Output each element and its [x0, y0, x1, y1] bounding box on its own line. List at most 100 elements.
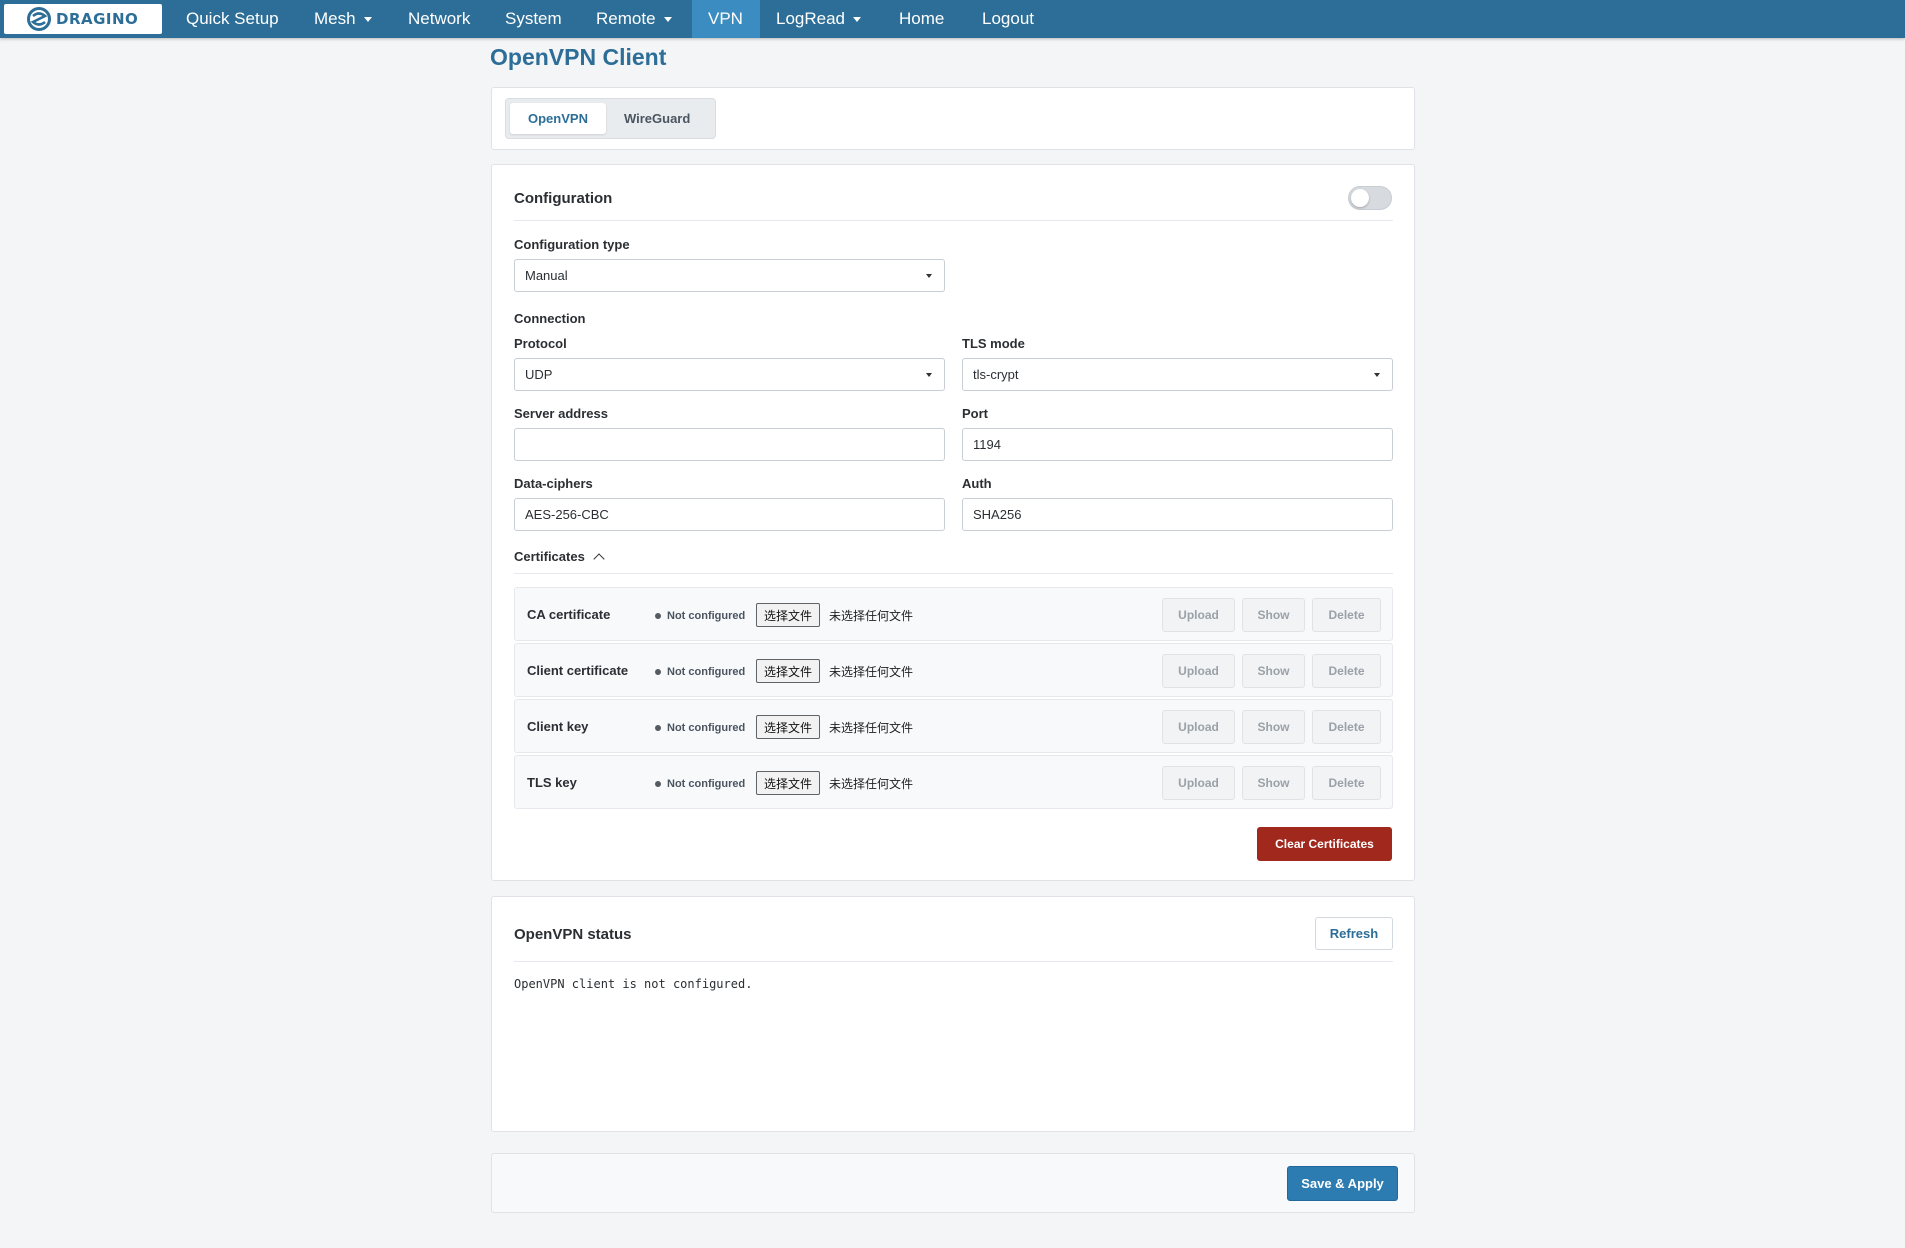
vpn-tabs: OpenVPN WireGuard — [505, 98, 716, 139]
caret-down-icon — [663, 16, 672, 22]
select-value: UDP — [525, 367, 553, 382]
footer-actions: Save & Apply — [491, 1153, 1415, 1213]
caret-down-icon — [926, 373, 932, 377]
connection-label: Connection — [514, 311, 586, 326]
status-title: OpenVPN status — [514, 926, 632, 943]
nav-network[interactable]: Network — [392, 0, 486, 38]
upload-button[interactable]: Upload — [1162, 710, 1235, 744]
nav-label: System — [505, 9, 562, 28]
status-dot-icon — [655, 669, 661, 675]
nav-mesh[interactable]: Mesh — [298, 0, 388, 38]
clear-certificates-button[interactable]: Clear Certificates — [1257, 827, 1392, 861]
cert-status: Not configured — [655, 778, 745, 790]
server-address-label: Server address — [514, 406, 608, 421]
port-input[interactable]: 1194 — [962, 428, 1393, 461]
save-apply-button[interactable]: Save & Apply — [1287, 1166, 1398, 1201]
caret-down-icon — [1374, 373, 1380, 377]
no-file-text: 未选择任何文件 — [829, 721, 914, 735]
toggle-knob — [1351, 189, 1369, 207]
nav-label: Remote — [596, 9, 656, 28]
choose-file-button[interactable]: 选择文件 — [756, 715, 821, 739]
tls-mode-select[interactable]: tls-crypt — [962, 358, 1393, 391]
delete-button[interactable]: Delete — [1312, 654, 1381, 688]
cert-status: Not configured — [655, 666, 745, 678]
delete-button[interactable]: Delete — [1312, 598, 1381, 632]
nav-label: Home — [899, 9, 945, 28]
enable-toggle[interactable] — [1348, 186, 1392, 210]
page-title: OpenVPN Client — [490, 44, 667, 70]
choose-file-button[interactable]: 选择文件 — [756, 659, 821, 683]
nav-label: Logout — [982, 9, 1034, 28]
configuration-card: Configuration Configuration type Manual … — [491, 164, 1415, 881]
dragino-logo-icon — [27, 7, 51, 31]
nav-system[interactable]: System — [489, 0, 578, 38]
brand-logo[interactable]: DRAGINO — [4, 4, 162, 34]
protocol-label: Protocol — [514, 336, 567, 351]
auth-input[interactable]: SHA256 — [962, 498, 1393, 531]
status-text: Not configured — [667, 610, 746, 622]
status-dot-icon — [655, 613, 661, 619]
config-type-select[interactable]: Manual — [514, 259, 945, 292]
tab-openvpn[interactable]: OpenVPN — [510, 103, 606, 134]
cert-status: Not configured — [655, 722, 745, 734]
tabs-card: OpenVPN WireGuard — [491, 87, 1415, 150]
caret-down-icon — [853, 16, 862, 22]
nav-label: Quick Setup — [186, 9, 279, 28]
cert-row-client-certificate: Client certificate Not configured 选择文件 未… — [514, 643, 1393, 697]
choose-file-button[interactable]: 选择文件 — [756, 603, 821, 627]
nav-remote[interactable]: Remote — [580, 0, 688, 38]
divider — [514, 961, 1393, 962]
divider — [514, 573, 1393, 574]
nav-label: VPN — [708, 9, 743, 28]
top-navbar: DRAGINO Quick Setup Mesh Network System … — [0, 0, 1905, 38]
cert-row-client-key: Client key Not configured 选择文件 未选择任何文件 U… — [514, 699, 1393, 753]
show-button[interactable]: Show — [1242, 710, 1305, 744]
select-value: tls-crypt — [973, 367, 1019, 382]
cert-name: Client certificate — [527, 663, 629, 678]
auth-label: Auth — [962, 476, 992, 491]
nav-vpn[interactable]: VPN — [692, 0, 760, 38]
upload-button[interactable]: Upload — [1162, 766, 1235, 800]
delete-button[interactable]: Delete — [1312, 766, 1381, 800]
nav-label: Network — [408, 9, 471, 28]
protocol-select[interactable]: UDP — [514, 358, 945, 391]
caret-down-icon — [926, 274, 932, 278]
config-type-label: Configuration type — [514, 237, 630, 252]
status-dot-icon — [655, 781, 661, 787]
data-ciphers-label: Data-ciphers — [514, 476, 593, 491]
nav-quick-setup[interactable]: Quick Setup — [170, 0, 295, 38]
choose-file-button[interactable]: 选择文件 — [756, 771, 821, 795]
no-file-text: 未选择任何文件 — [829, 777, 914, 791]
status-text: Not configured — [667, 778, 746, 790]
show-button[interactable]: Show — [1242, 766, 1305, 800]
server-address-input[interactable] — [514, 428, 945, 461]
delete-button[interactable]: Delete — [1312, 710, 1381, 744]
certificates-toggle[interactable]: Certificates — [514, 549, 605, 565]
upload-button[interactable]: Upload — [1162, 654, 1235, 688]
tab-wireguard[interactable]: WireGuard — [606, 103, 708, 134]
status-text: Not configured — [667, 666, 746, 678]
nav-logread[interactable]: LogRead — [760, 0, 877, 38]
port-label: Port — [962, 406, 988, 421]
status-message: OpenVPN client is not configured. — [514, 977, 753, 991]
show-button[interactable]: Show — [1242, 598, 1305, 632]
divider — [514, 220, 1393, 221]
cert-name: TLS key — [527, 775, 577, 790]
no-file-text: 未选择任何文件 — [829, 665, 914, 679]
refresh-button[interactable]: Refresh — [1315, 917, 1393, 950]
cert-row-tls-key: TLS key Not configured 选择文件 未选择任何文件 Uplo… — [514, 755, 1393, 809]
data-ciphers-input[interactable]: AES-256-CBC — [514, 498, 945, 531]
nav-logout[interactable]: Logout — [966, 0, 1050, 38]
nav-home[interactable]: Home — [883, 0, 960, 38]
select-value: Manual — [525, 268, 568, 283]
upload-button[interactable]: Upload — [1162, 598, 1235, 632]
brand-name: DRAGINO — [56, 10, 139, 28]
tls-mode-label: TLS mode — [962, 336, 1025, 351]
status-text: Not configured — [667, 722, 746, 734]
show-button[interactable]: Show — [1242, 654, 1305, 688]
cert-name: CA certificate — [527, 607, 611, 622]
cert-row-ca: CA certificate Not configured 选择文件 未选择任何… — [514, 587, 1393, 641]
caret-down-icon — [363, 16, 372, 22]
nav-label: LogRead — [776, 9, 846, 28]
configuration-title: Configuration — [514, 190, 613, 207]
